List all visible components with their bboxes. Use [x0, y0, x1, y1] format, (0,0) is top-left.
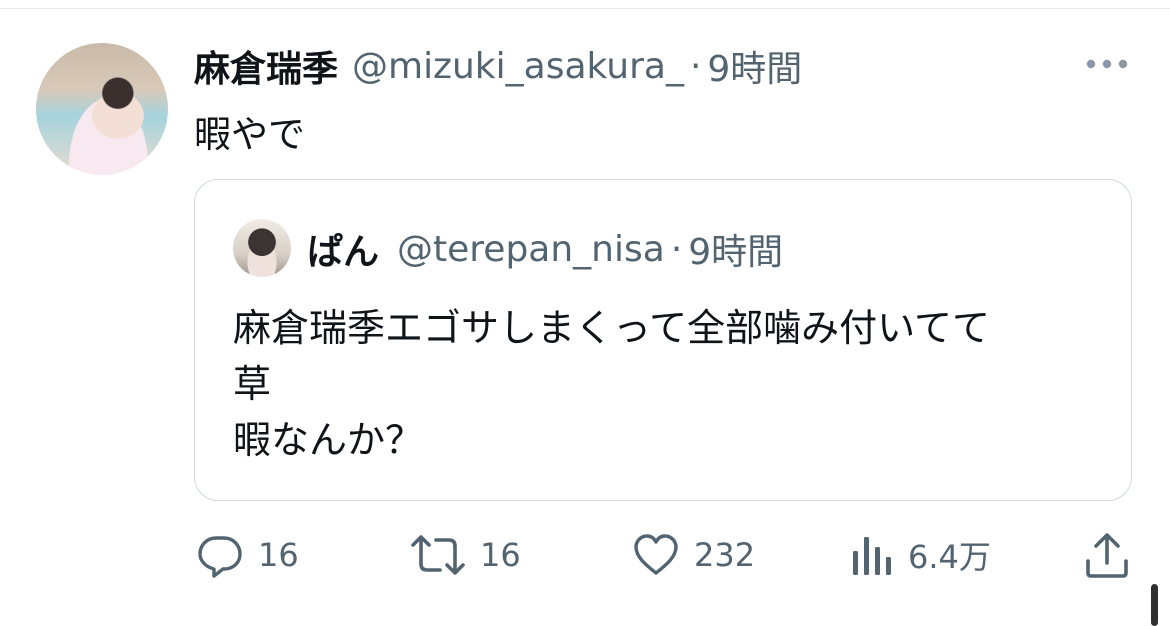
quote-text-line: 草: [233, 362, 272, 406]
share-button[interactable]: [1084, 528, 1130, 582]
views-button[interactable]: 6.4万: [850, 528, 991, 582]
scrollbar[interactable]: [1151, 584, 1158, 626]
retweet-icon: [410, 531, 466, 579]
reply-count: 16: [258, 536, 299, 574]
heart-icon: [632, 531, 680, 579]
reply-button[interactable]: 16: [196, 528, 299, 582]
quote-avatar: [233, 219, 291, 277]
analytics-icon: [850, 531, 894, 579]
retweet-count: 16: [480, 536, 521, 574]
reply-icon: [196, 531, 244, 579]
top-divider: [0, 0, 1170, 9]
quote-timestamp: 9時間: [688, 232, 784, 273]
timestamp[interactable]: 9時間: [707, 40, 802, 92]
separator-dot: ·: [689, 45, 702, 87]
quote-text: 麻倉瑞季エゴサしまくって全部噛み付いてて 草 暇なんか？: [233, 300, 990, 468]
tweet-header: 麻倉瑞季 @mizuki_asakura_ · 9時間: [194, 40, 802, 92]
retweet-button[interactable]: 16: [410, 528, 521, 582]
quote-user-handle: @terepan_nisa: [397, 228, 665, 270]
display-name[interactable]: 麻倉瑞季: [194, 40, 338, 92]
quote-display-name: ぱん: [307, 232, 380, 273]
quote-header: ぱん @terepan_nisa · 9時間: [307, 224, 783, 274]
user-handle[interactable]: @mizuki_asakura_: [352, 46, 684, 87]
views-count: 6.4万: [908, 538, 991, 576]
share-icon: [1084, 531, 1130, 579]
quote-tweet-card[interactable]: ぱん @terepan_nisa · 9時間 麻倉瑞季エゴサしまくって全部噛み付…: [194, 179, 1132, 501]
quote-text-line: 暇なんか？: [233, 418, 424, 462]
quote-text-line: 麻倉瑞季エゴサしまくって全部噛み付いてて: [233, 306, 990, 350]
action-bar: 16 16 232 6.4万: [0, 528, 1170, 582]
avatar[interactable]: [36, 43, 168, 175]
quote-separator-dot: ·: [670, 228, 683, 270]
tweet-text: 暇やで: [194, 113, 305, 156]
like-count: 232: [694, 536, 756, 574]
more-icon[interactable]: [1084, 54, 1130, 74]
like-button[interactable]: 232: [632, 528, 755, 582]
